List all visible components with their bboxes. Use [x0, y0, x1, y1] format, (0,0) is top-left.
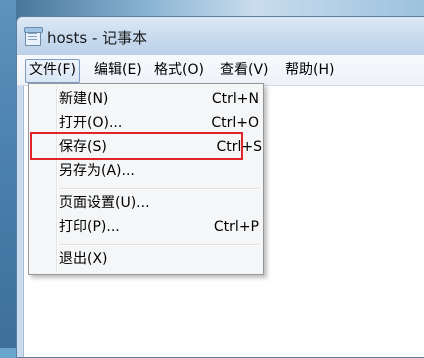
window-title: hosts - 记事本 — [47, 29, 148, 47]
menu-item-exit[interactable]: 退出(X) — [59, 248, 259, 270]
menu-file[interactable]: 文件(F) — [25, 59, 80, 83]
menu-item-label: 退出(X) — [59, 251, 108, 267]
menu-item-shortcut: Ctrl+P — [213, 219, 259, 235]
menu-view[interactable]: 查看(V) — [217, 59, 272, 81]
file-menu-dropdown: 新建(N) Ctrl+N 打开(O)... Ctrl+O 保存(S) Ctrl+… — [28, 83, 264, 275]
title-bar[interactable]: hosts - 记事本 — [17, 17, 424, 55]
menu-bar: 文件(F) 编辑(E) 格式(O) 查看(V) 帮助(H) — [17, 55, 424, 86]
menu-item-open[interactable]: 打开(O)... Ctrl+O — [59, 112, 259, 134]
menu-item-new[interactable]: 新建(N) Ctrl+N — [59, 88, 259, 110]
menu-item-label: 另存为(A)... — [59, 163, 135, 179]
desktop-edge — [0, 0, 16, 348]
menu-format[interactable]: 格式(O) — [151, 59, 207, 81]
menu-item-label: 新建(N) — [59, 91, 109, 107]
menu-edit[interactable]: 编辑(E) — [91, 59, 145, 81]
menu-item-label: 打开(O)... — [59, 115, 123, 131]
menu-item-label: 页面设置(U)... — [59, 195, 150, 211]
menu-separator — [59, 244, 259, 246]
notepad-app-icon[interactable] — [24, 27, 43, 46]
menu-item-label: 打印(P)... — [59, 219, 120, 235]
menu-separator — [59, 188, 259, 190]
menu-item-shortcut: Ctrl+N — [211, 91, 259, 107]
menu-icon-gutter — [56, 86, 58, 272]
menu-item-shortcut: Ctrl+O — [211, 115, 259, 131]
annotation-highlight-box — [30, 132, 243, 160]
menu-help[interactable]: 帮助(H) — [282, 59, 337, 81]
menu-item-print[interactable]: 打印(P)... Ctrl+P — [59, 216, 259, 238]
menu-item-save-as[interactable]: 另存为(A)... — [59, 160, 259, 182]
menu-item-page-setup[interactable]: 页面设置(U)... — [59, 192, 259, 214]
